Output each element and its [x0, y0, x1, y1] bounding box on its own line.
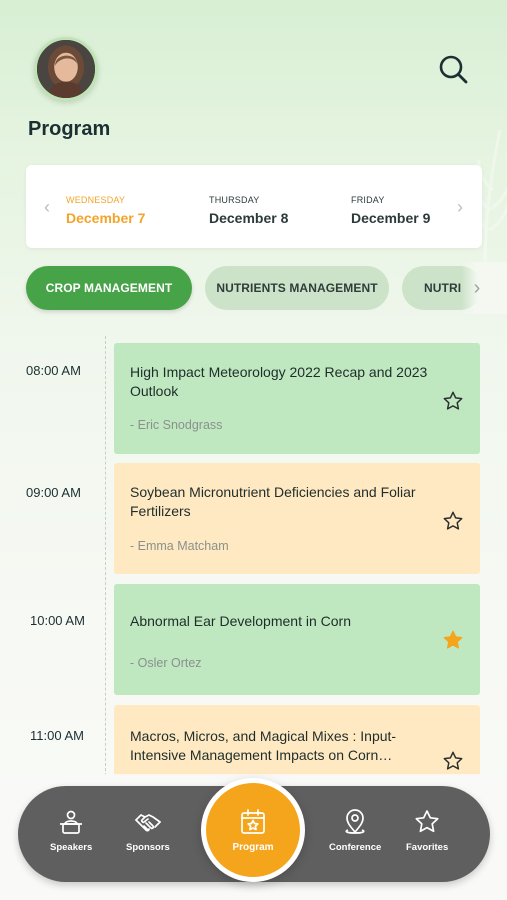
session-title: Soybean Micronutrient Deficiencies and F…: [130, 484, 416, 519]
category-chip-crop-management[interactable]: CROP MANAGEMENT: [26, 266, 192, 310]
nav-label: Speakers: [50, 842, 93, 853]
nav-label: Sponsors: [126, 842, 170, 853]
session-speaker: - Eric Snodgrass: [130, 418, 223, 432]
nav-item-sponsors[interactable]: Sponsors: [126, 808, 170, 853]
session-speaker: - Osler Ortez: [130, 656, 202, 670]
date-date: December 7: [66, 210, 146, 226]
timeline-line: [105, 336, 106, 776]
location-pin-icon: [345, 809, 365, 834]
nav-item-speakers[interactable]: Speakers: [50, 808, 92, 853]
nav-label: Conference: [329, 842, 382, 853]
date-day: WEDNESDAY: [66, 195, 126, 205]
session-card[interactable]: Abnormal Ear Development in Corn - Osler…: [114, 584, 480, 695]
time-label: 09:00 AM: [26, 485, 81, 500]
star-filled-icon[interactable]: [442, 629, 464, 651]
nav-item-conference[interactable]: Conference: [329, 808, 381, 853]
nav-label: Program: [232, 842, 274, 853]
calendar-star-icon: [241, 809, 265, 834]
handshake-icon: [135, 814, 161, 832]
time-label: 11:00 AM: [30, 728, 84, 743]
search-button[interactable]: [436, 52, 470, 86]
session-card[interactable]: Macros, Micros, and Magical Mixes : Inpu…: [114, 705, 480, 776]
nav-label: Favorites: [406, 842, 449, 853]
star-outline-icon[interactable]: [442, 510, 464, 532]
session-title: Abnormal Ear Development in Corn: [130, 613, 351, 629]
star-icon: [415, 810, 439, 833]
date-day: THURSDAY: [209, 195, 260, 205]
time-label: 10:00 AM: [30, 613, 85, 628]
star-outline-icon[interactable]: [442, 750, 464, 772]
chevron-right-icon[interactable]: ›: [453, 198, 467, 216]
date-selector: ‹ WEDNESDAY December 7 THURSDAY December…: [26, 165, 482, 248]
time-label: 08:00 AM: [26, 363, 81, 378]
session-speaker: - Emma Matcham: [130, 539, 229, 553]
page-title: Program: [28, 118, 111, 140]
session-title: High Impact Meteorology 2022 Recap and 2…: [130, 364, 428, 399]
avatar-image: [37, 40, 95, 98]
nav-item-program[interactable]: Program: [201, 778, 305, 882]
date-item-wednesday[interactable]: WEDNESDAY December 7: [66, 195, 145, 226]
session-card[interactable]: Soybean Micronutrient Deficiencies and F…: [114, 463, 480, 574]
date-date: December 9: [351, 210, 431, 226]
nav-item-favorites[interactable]: Favorites: [406, 808, 448, 853]
chevron-right-icon[interactable]: ›: [468, 278, 486, 298]
session-card[interactable]: High Impact Meteorology 2022 Recap and 2…: [114, 343, 480, 454]
date-item-thursday[interactable]: THURSDAY December 8: [209, 195, 288, 226]
date-date: December 8: [209, 210, 289, 226]
date-item-friday[interactable]: FRIDAY December 9: [351, 195, 430, 226]
search-icon: [439, 55, 468, 84]
chevron-left-icon[interactable]: ‹: [40, 198, 54, 216]
speakers-icon: [60, 810, 83, 834]
category-chip-nutrients-management[interactable]: NUTRIENTS MANAGEMENT: [205, 266, 389, 310]
star-outline-icon[interactable]: [442, 390, 464, 412]
session-title: Macros, Micros, and Magical Mixes : Inpu…: [130, 728, 397, 763]
user-avatar[interactable]: [34, 37, 98, 101]
date-day: FRIDAY: [351, 195, 385, 205]
